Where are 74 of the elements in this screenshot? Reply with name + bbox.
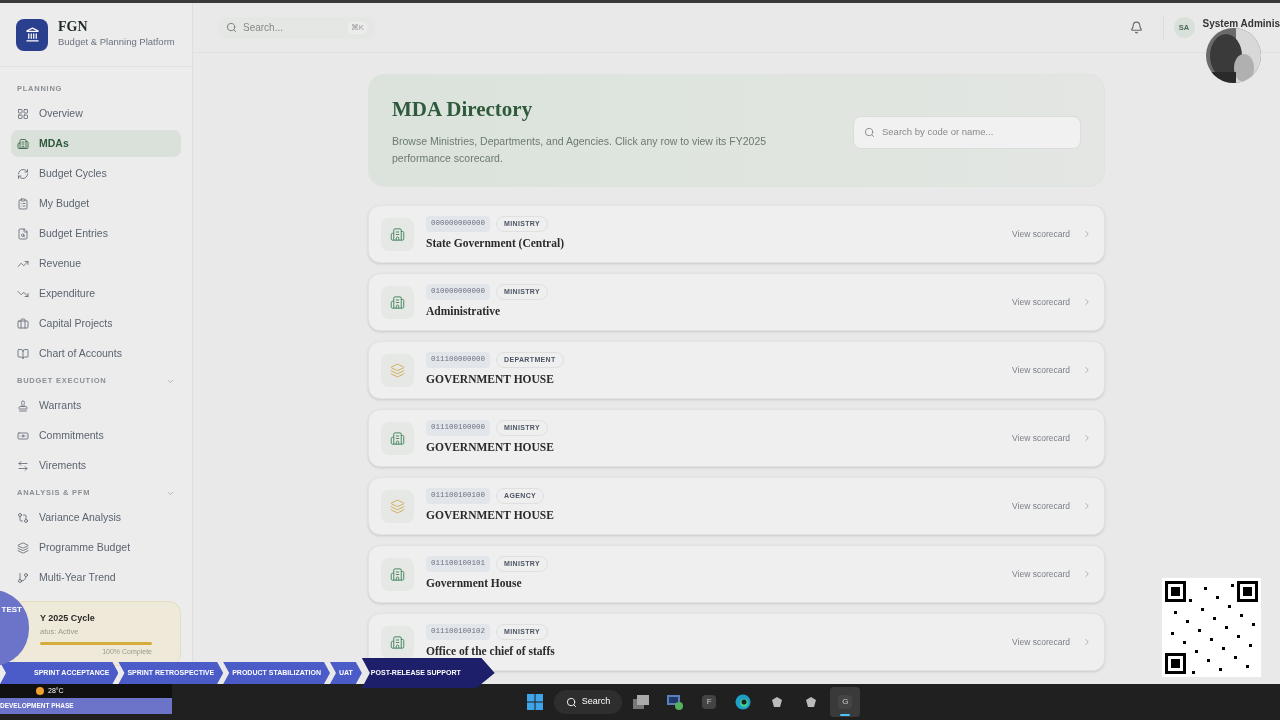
branch-icon: [17, 571, 29, 584]
page-description: Browse Ministries, Departments, and Agencies. Click any row to view its FY2025 performance scorecard.: [392, 134, 768, 167]
chevron-right-icon: [1082, 501, 1092, 511]
directory-search-field[interactable]: Search by code or name...: [853, 116, 1081, 149]
view-scorecard-link[interactable]: View scorecard: [1012, 363, 1070, 377]
nav-item[interactable]: Virements: [11, 452, 181, 479]
briefcase-icon: [17, 317, 29, 330]
app-subtitle: Budget & Planning Platform: [58, 35, 175, 50]
search-field[interactable]: Search... ⌘K: [218, 16, 375, 39]
view-scorecard-link[interactable]: View scorecard: [1012, 567, 1070, 581]
layers-icon: [17, 541, 29, 554]
cycle-title: Y 2025 Cycle: [40, 612, 96, 625]
grid-icon: [17, 107, 29, 120]
building-icon: [17, 137, 29, 150]
taskbar-search[interactable]: Search: [553, 690, 623, 714]
stamp-icon: [17, 399, 29, 412]
building-icon: [381, 557, 414, 591]
nav-item[interactable]: My Budget: [11, 190, 181, 217]
logo-icon: [16, 18, 48, 51]
nav-item[interactable]: Expenditure: [11, 280, 181, 307]
building-icon: [381, 285, 414, 319]
sun-icon: [36, 687, 44, 695]
building-icon: [381, 625, 414, 659]
chevron-right-icon: [1082, 433, 1092, 443]
chevron-right-icon: [1082, 365, 1092, 375]
nav-item[interactable]: Revenue: [11, 250, 181, 277]
shortcut-key: ⌘K: [347, 21, 367, 34]
view-scorecard-link[interactable]: View scorecard: [1012, 227, 1070, 241]
user-name: System Adminis: [1202, 17, 1280, 31]
nav-item[interactable]: Overview: [11, 100, 181, 127]
view-scorecard-link[interactable]: View scorecard: [1012, 295, 1070, 309]
view-scorecard-link[interactable]: View scorecard: [1012, 499, 1070, 513]
app-icon[interactable]: G: [830, 687, 861, 717]
notification-bell-icon[interactable]: [1129, 21, 1143, 34]
mda-name: GOVERNMENT HOUSE: [426, 508, 555, 524]
file-icon: [17, 227, 29, 240]
search-icon: [226, 22, 237, 33]
book-icon: [17, 347, 29, 360]
building-icon: [381, 421, 414, 455]
chevron-right-icon: [1082, 297, 1092, 307]
nav-item[interactable]: Variance Analysis: [11, 504, 181, 531]
nav-item[interactable]: Chart of Accounts: [11, 340, 181, 367]
nav-item[interactable]: Budget Cycles: [11, 160, 181, 187]
mda-name: GOVERNMENT HOUSE: [426, 440, 555, 456]
mda-name: GOVERNMENT HOUSE: [426, 372, 555, 388]
swap-icon: [17, 459, 29, 472]
refresh-icon: [17, 167, 29, 180]
windows-icon: [526, 694, 543, 710]
search-icon: [565, 696, 577, 708]
nav-item[interactable]: Commitments: [11, 422, 181, 449]
chevron-right-icon: [1082, 569, 1092, 579]
view-scorecard-link[interactable]: View scorecard: [1012, 635, 1070, 649]
nav-item[interactable]: Warrants: [11, 392, 181, 419]
nav-item[interactable]: Capital Projects: [11, 310, 181, 337]
nav-item[interactable]: MDAs: [11, 130, 181, 157]
layers-icon: [381, 489, 414, 523]
mda-name: Government House: [426, 576, 523, 592]
nav-item[interactable]: Budget Entries: [11, 220, 181, 247]
mda-name: Office of the chief of staffs: [426, 644, 556, 660]
chevron-right-icon: [1082, 637, 1092, 647]
search-icon: [864, 127, 875, 138]
clipboard-icon: [17, 197, 29, 210]
chevron-right-icon: [1082, 229, 1092, 239]
layers-icon: [381, 353, 414, 387]
page-title: MDA Directory: [392, 95, 534, 123]
nav-item[interactable]: Programme Budget: [11, 534, 181, 561]
mda-name: State Government (Central): [426, 236, 565, 252]
building-icon: [381, 217, 414, 251]
view-scorecard-link[interactable]: View scorecard: [1012, 431, 1070, 445]
banknote-icon: [17, 429, 29, 442]
compare-icon: [17, 511, 29, 524]
nav-item[interactable]: Multi-Year Trend: [11, 564, 181, 591]
mda-name: Administrative: [426, 304, 502, 320]
app-title: FGN: [58, 19, 89, 36]
